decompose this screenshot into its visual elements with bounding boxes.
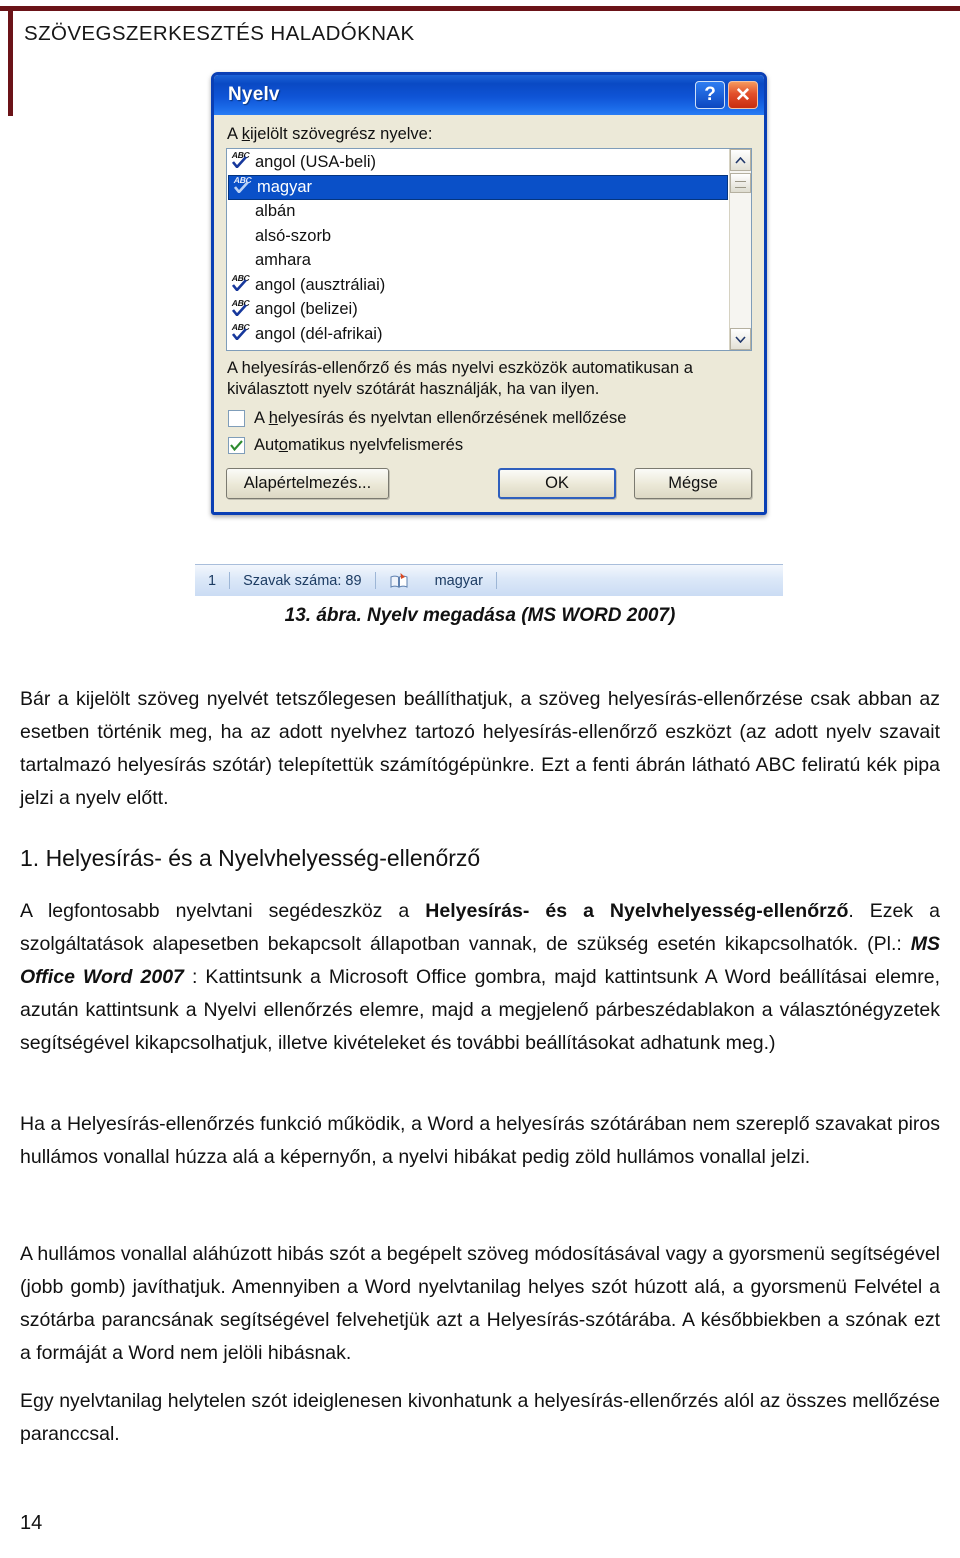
paragraph-2-part1: A legfontosabb nyelvtani segédeszköz a bbox=[20, 900, 426, 922]
checkbox-label: A helyesírás és nyelvtan ellenőrzésének … bbox=[254, 409, 627, 427]
checkbox-label: Automatikus nyelvfelismerés bbox=[254, 436, 464, 454]
list-item[interactable]: alsó-szorb bbox=[227, 224, 729, 249]
paragraph-1: Bár a kijelölt szöveg nyelvét tetszőlege… bbox=[20, 688, 940, 809]
ok-button[interactable]: OK bbox=[498, 468, 616, 499]
paragraph-4: A hullámos vonallal aláhúzott hibás szót… bbox=[20, 1243, 940, 1364]
abc-spellcheck-icon: ABC bbox=[231, 298, 253, 320]
word-status-bar: 1 Szavak száma: 89 magyar bbox=[195, 564, 783, 596]
scroll-down-icon[interactable] bbox=[730, 328, 751, 350]
language-listbox[interactable]: ABC angol (USA-beli) ABC magyar albán al… bbox=[226, 148, 752, 351]
figure-screenshot: Nyelv ? ✕ A kijelölt szövegrész nyelve: … bbox=[195, 72, 783, 596]
section-heading-1: 1. Helyesírás- és a Nyelvhelyesség-ellen… bbox=[20, 845, 481, 871]
abc-spellcheck-icon: ABC bbox=[231, 322, 253, 344]
scrollbar-thumb[interactable] bbox=[730, 173, 751, 193]
proofing-book-icon[interactable] bbox=[376, 571, 422, 591]
cancel-button[interactable]: Mégse bbox=[634, 468, 752, 499]
checkbox-row-auto-detect[interactable]: Automatikus nyelvfelismerés bbox=[228, 436, 752, 455]
list-item[interactable]: ABC angol (ausztráliai) bbox=[227, 273, 729, 298]
dialog-body: A kijelölt szövegrész nyelve: ABC angol … bbox=[214, 115, 764, 512]
list-item-selected[interactable]: ABC magyar bbox=[228, 174, 728, 200]
status-separator bbox=[495, 572, 497, 589]
close-icon[interactable]: ✕ bbox=[728, 81, 758, 109]
list-item-label: angol (dél-afrikai) bbox=[255, 324, 383, 343]
dialog-hint-line-2: kiválasztott nyelv szótárát használják, … bbox=[227, 380, 600, 398]
list-item[interactable]: amhara bbox=[227, 249, 729, 274]
dialog-button-row: Alapértelmezés... OK Mégse bbox=[226, 468, 752, 499]
list-item-label: amhara bbox=[255, 251, 311, 270]
list-item-label: angol (ausztráliai) bbox=[255, 275, 386, 294]
defaults-button[interactable]: Alapértelmezés... bbox=[226, 468, 389, 499]
status-page-number[interactable]: 1 bbox=[195, 571, 229, 591]
list-item[interactable]: ABC angol (belizei) bbox=[227, 298, 729, 323]
status-word-count[interactable]: Szavak száma: 89 bbox=[230, 571, 374, 591]
status-language[interactable]: magyar bbox=[422, 571, 496, 591]
abc-spellcheck-icon: ABC bbox=[231, 150, 253, 172]
abc-spellcheck-icon: ABC bbox=[233, 175, 255, 197]
list-item[interactable]: ABC angol (dél-afrikai) bbox=[227, 322, 729, 347]
language-field-label: A kijelölt szövegrész nyelve: bbox=[227, 125, 433, 143]
page-number: 14 bbox=[20, 1512, 43, 1534]
cancel-button-label: Mégse bbox=[668, 474, 718, 492]
list-item-label: magyar bbox=[257, 177, 313, 196]
help-icon[interactable]: ? bbox=[695, 81, 725, 109]
list-item-label: alsó-szorb bbox=[255, 226, 332, 245]
listbox-scrollbar[interactable] bbox=[729, 149, 751, 350]
list-item[interactable]: ABC angol (USA-beli) bbox=[227, 150, 729, 175]
defaults-button-label: Alapértelmezés... bbox=[243, 474, 372, 492]
checkbox-row-skip-proofing[interactable]: A helyesírás és nyelvtan ellenőrzésének … bbox=[228, 409, 752, 428]
page-border-left bbox=[8, 6, 13, 116]
paragraph-2-bold: Helyesírás- és a Nyelvhelyesség-ellenőrz… bbox=[425, 900, 849, 922]
paragraph-5: Egy nyelvtanilag helytelen szót ideiglen… bbox=[20, 1390, 940, 1445]
checkbox-unchecked-icon[interactable] bbox=[228, 410, 245, 427]
dialog-hint-text: A helyesírás-ellenőrző és más nyelvi esz… bbox=[227, 358, 751, 400]
dialog-hint-line-1: A helyesírás-ellenőrző és más nyelvi esz… bbox=[227, 359, 693, 377]
paragraph-2: A legfontosabb nyelvtani segédeszköz a H… bbox=[20, 895, 940, 1060]
list-item-label: albán bbox=[255, 202, 296, 221]
running-header: SZÖVEGSZERKESZTÉS HALADÓKNAK bbox=[24, 22, 415, 45]
paragraph-3: Ha a Helyesírás-ellenőrzés funkció működ… bbox=[20, 1113, 940, 1168]
list-item[interactable]: albán bbox=[227, 200, 729, 225]
list-item-label: angol (USA-beli) bbox=[255, 152, 377, 171]
scroll-up-icon[interactable] bbox=[730, 149, 751, 171]
ok-button-label: OK bbox=[545, 474, 569, 492]
dialog-title: Nyelv bbox=[228, 84, 280, 105]
scrollbar-track[interactable] bbox=[730, 171, 751, 328]
language-dialog: Nyelv ? ✕ A kijelölt szövegrész nyelve: … bbox=[211, 72, 767, 515]
dialog-titlebar[interactable]: Nyelv ? ✕ bbox=[214, 75, 764, 115]
figure-caption: 13. ábra. Nyelv megadása (MS WORD 2007) bbox=[284, 605, 676, 626]
abc-spellcheck-icon: ABC bbox=[231, 273, 253, 295]
checkbox-checked-icon[interactable] bbox=[228, 437, 245, 454]
language-list-items: ABC angol (USA-beli) ABC magyar albán al… bbox=[227, 149, 729, 350]
page-border-top bbox=[0, 6, 960, 11]
list-item-label: angol (belizei) bbox=[255, 300, 358, 319]
